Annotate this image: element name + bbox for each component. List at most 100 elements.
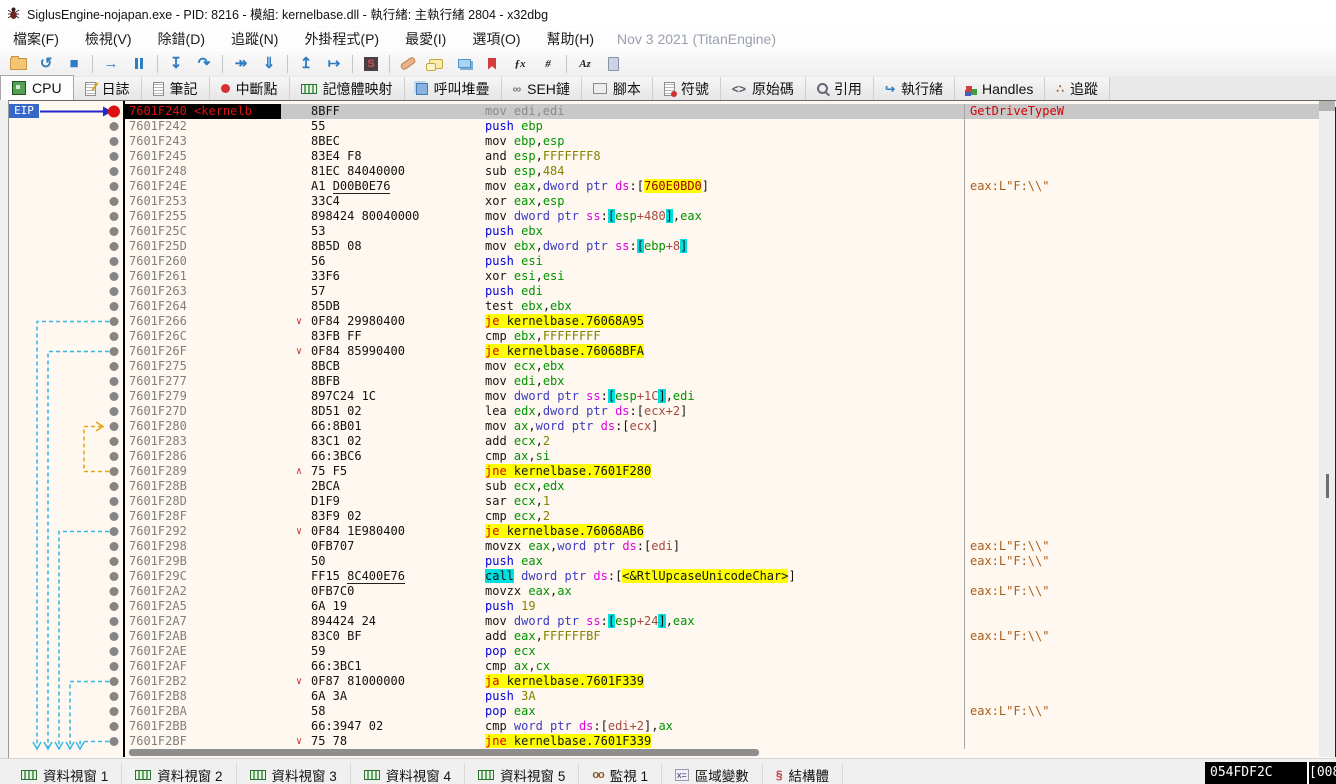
bottom-tab-7[interactable]: x=區域變數 — [662, 763, 763, 784]
disasm-row[interactable]: 7601F24583E4 F8and esp,FFFFFFF8 — [125, 149, 1319, 164]
tab-引用[interactable]: 引用 — [806, 77, 874, 100]
breakpoint-dot[interactable] — [110, 677, 119, 686]
disasm-row[interactable]: 7601F255898424 80040000mov dword ptr ss:… — [125, 209, 1319, 224]
disasm-row[interactable]: 7601F289∧75 F5jne kernelbase.7601F280 — [125, 464, 1319, 479]
breakpoint-dot[interactable] — [110, 557, 119, 566]
disasm-row[interactable]: 7601F2438BECmov ebp,esp — [125, 134, 1319, 149]
bottom-tab-1[interactable]: 資料視窗 1 — [8, 763, 122, 784]
disasm-row[interactable]: 7601F26C83FB FFcmp ebx,FFFFFFFF — [125, 329, 1319, 344]
menu-item-7[interactable]: 幫助(H) — [534, 26, 607, 52]
breakpoint-dot[interactable] — [110, 572, 119, 581]
breakpoint-dot[interactable] — [110, 407, 119, 416]
disasm-row[interactable]: 7601F266∨0F84 29980400je kernelbase.7606… — [125, 314, 1319, 329]
breakpoint-dot[interactable] — [110, 602, 119, 611]
menu-item-0[interactable]: 檔案(F) — [0, 26, 72, 52]
disasm-row[interactable]: 7601F279897C24 1Cmov dword ptr ss:[esp+1… — [125, 389, 1319, 404]
tab-執行緒[interactable]: ↪執行緒 — [874, 77, 955, 100]
stop-icon[interactable]: ■ — [61, 53, 87, 74]
breakpoint-dot[interactable] — [110, 257, 119, 266]
disasm-row[interactable]: 7601F25D8B5D 08mov ebx,dword ptr ss:[ebp… — [125, 239, 1319, 254]
label-icon[interactable] — [451, 53, 477, 74]
breakpoint-dot[interactable] — [110, 737, 119, 746]
disasm-row[interactable]: 7601F240 <kernelb8BFFmov edi,ediGetDrive… — [125, 104, 1319, 119]
bottom-tab-2[interactable]: 資料視窗 2 — [122, 763, 236, 784]
breakpoint-dot[interactable] — [110, 722, 119, 731]
breakpoint-dot[interactable] — [110, 617, 119, 626]
disasm-row[interactable]: 7601F26133F6xor esi,esi — [125, 269, 1319, 284]
breakpoint-dot[interactable] — [110, 197, 119, 206]
disasm-row[interactable]: 7601F28383C1 02add ecx,2 — [125, 434, 1319, 449]
disasm-row[interactable]: 7601F2A7894424 24mov dword ptr ss:[esp+2… — [125, 614, 1319, 629]
case-icon[interactable]: Az — [572, 53, 598, 74]
disasm-row[interactable]: 7601F2BB66:3947 02cmp word ptr ds:[edi+2… — [125, 719, 1319, 734]
disasm-row[interactable]: 7601F26F∨0F84 85990400je kernelbase.7606… — [125, 344, 1319, 359]
bottom-tab-6[interactable]: oo監視 1 — [579, 763, 662, 784]
step-over-icon[interactable]: ↷ — [191, 53, 217, 74]
breakpoint-dot[interactable] — [110, 122, 119, 131]
disasm-row[interactable]: 7601F28666:3BC6cmp ax,si — [125, 449, 1319, 464]
disasm-row[interactable]: 7601F29B50push eaxeax:L"F:\\" — [125, 554, 1319, 569]
breakpoint-dot[interactable] — [110, 392, 119, 401]
breakpoint-dot[interactable] — [110, 632, 119, 641]
breakpoint-dot[interactable] — [110, 377, 119, 386]
disasm-row[interactable]: 7601F28B2BCAsub ecx,edx — [125, 479, 1319, 494]
breakpoint-dot[interactable] — [110, 302, 119, 311]
tab-追蹤[interactable]: ∴追蹤 — [1045, 77, 1110, 100]
disasm-row[interactable]: 7601F2778BFBmov edi,ebx — [125, 374, 1319, 389]
execute-till-return-icon[interactable]: ⇓ — [256, 53, 282, 74]
breakpoint-dot[interactable] — [110, 137, 119, 146]
breakpoint-dot[interactable] — [110, 452, 119, 461]
menu-item-1[interactable]: 檢視(V) — [72, 26, 145, 52]
breakpoint-dot[interactable] — [110, 242, 119, 251]
tab-cpu[interactable]: CPU — [0, 75, 74, 100]
disasm-row[interactable]: 7601F2B86A 3Apush 3A — [125, 689, 1319, 704]
disasm-row[interactable]: 7601F28066:8B01mov ax,word ptr ds:[ecx] — [125, 419, 1319, 434]
vertical-scrollbar[interactable] — [1319, 101, 1335, 757]
vertical-scrollbar-thumb[interactable] — [1326, 474, 1329, 498]
disasm-row[interactable]: 7601F26357push edi — [125, 284, 1319, 299]
disasm-row[interactable]: 7601F2AE59pop ecx — [125, 644, 1319, 659]
calculator-icon[interactable] — [600, 53, 626, 74]
breakpoint-dot[interactable] — [110, 167, 119, 176]
scylla-icon[interactable]: S — [358, 53, 384, 74]
disasm-row[interactable]: 7601F27D8D51 02lea edx,dword ptr ds:[ecx… — [125, 404, 1319, 419]
tab-seh鏈[interactable]: ∞SEH鏈 — [502, 77, 582, 100]
breakpoint-dot[interactable] — [110, 272, 119, 281]
tab-腳本[interactable]: 腳本 — [582, 77, 653, 100]
breakpoint-dot[interactable] — [110, 707, 119, 716]
pause-icon[interactable] — [126, 53, 152, 74]
disasm-row[interactable]: 7601F24255push ebp — [125, 119, 1319, 134]
disasm-row[interactable]: 7601F24881EC 84040000sub esp,484 — [125, 164, 1319, 179]
breakpoint-dot[interactable] — [110, 362, 119, 371]
disasm-row[interactable]: 7601F2A20FB7C0movzx eax,axeax:L"F:\\" — [125, 584, 1319, 599]
menu-item-6[interactable]: 選項(O) — [459, 26, 533, 52]
breakpoint-dot[interactable] — [110, 692, 119, 701]
disasm-row[interactable]: 7601F25333C4xor eax,esp — [125, 194, 1319, 209]
disasm-row[interactable]: 7601F24EA1 D00B0E76mov eax,dword ptr ds:… — [125, 179, 1319, 194]
tab-筆記[interactable]: 筆記 — [142, 77, 210, 100]
disassembly-pane[interactable]: EIP 7601F240 <kernelb8BFFmov edi,ediGetD… — [8, 100, 1336, 758]
hash-icon[interactable]: # — [535, 53, 561, 74]
disasm-row[interactable]: 7601F292∨0F84 1E980400je kernelbase.7606… — [125, 524, 1319, 539]
disasm-row[interactable]: 7601F26485DBtest ebx,ebx — [125, 299, 1319, 314]
run-to-user-code-icon[interactable]: ↦ — [321, 53, 347, 74]
breakpoint-dot[interactable] — [110, 437, 119, 446]
breakpoint-dot[interactable] — [110, 542, 119, 551]
run-icon[interactable]: → — [98, 53, 124, 74]
breakpoint-dot[interactable] — [110, 587, 119, 596]
tab-呼叫堆疊[interactable]: 呼叫堆疊 — [405, 77, 502, 100]
disasm-row[interactable]: 7601F25C53push ebx — [125, 224, 1319, 239]
menu-item-2[interactable]: 除錯(D) — [145, 26, 218, 52]
disasm-row[interactable]: 7601F29CFF15 8C400E76call dword ptr ds:[… — [125, 569, 1319, 584]
breakpoint-dot[interactable] — [110, 512, 119, 521]
disasm-row[interactable]: 7601F28F83F9 02cmp ecx,2 — [125, 509, 1319, 524]
disassembly-rows[interactable]: 7601F240 <kernelb8BFFmov edi,ediGetDrive… — [125, 104, 1319, 749]
disasm-row[interactable]: 7601F2980FB707movzx eax,word ptr ds:[edi… — [125, 539, 1319, 554]
menu-item-3[interactable]: 追蹤(N) — [218, 26, 291, 52]
disasm-row[interactable]: 7601F26056push esi — [125, 254, 1319, 269]
patch-icon[interactable] — [395, 53, 421, 74]
tab-handles[interactable]: Handles — [955, 77, 1045, 100]
disasm-row[interactable]: 7601F2AF66:3BC1cmp ax,cx — [125, 659, 1319, 674]
disasm-row[interactable]: 7601F2B2∨0F87 81000000ja kernelbase.7601… — [125, 674, 1319, 689]
tab-符號[interactable]: 符號 — [653, 77, 721, 100]
